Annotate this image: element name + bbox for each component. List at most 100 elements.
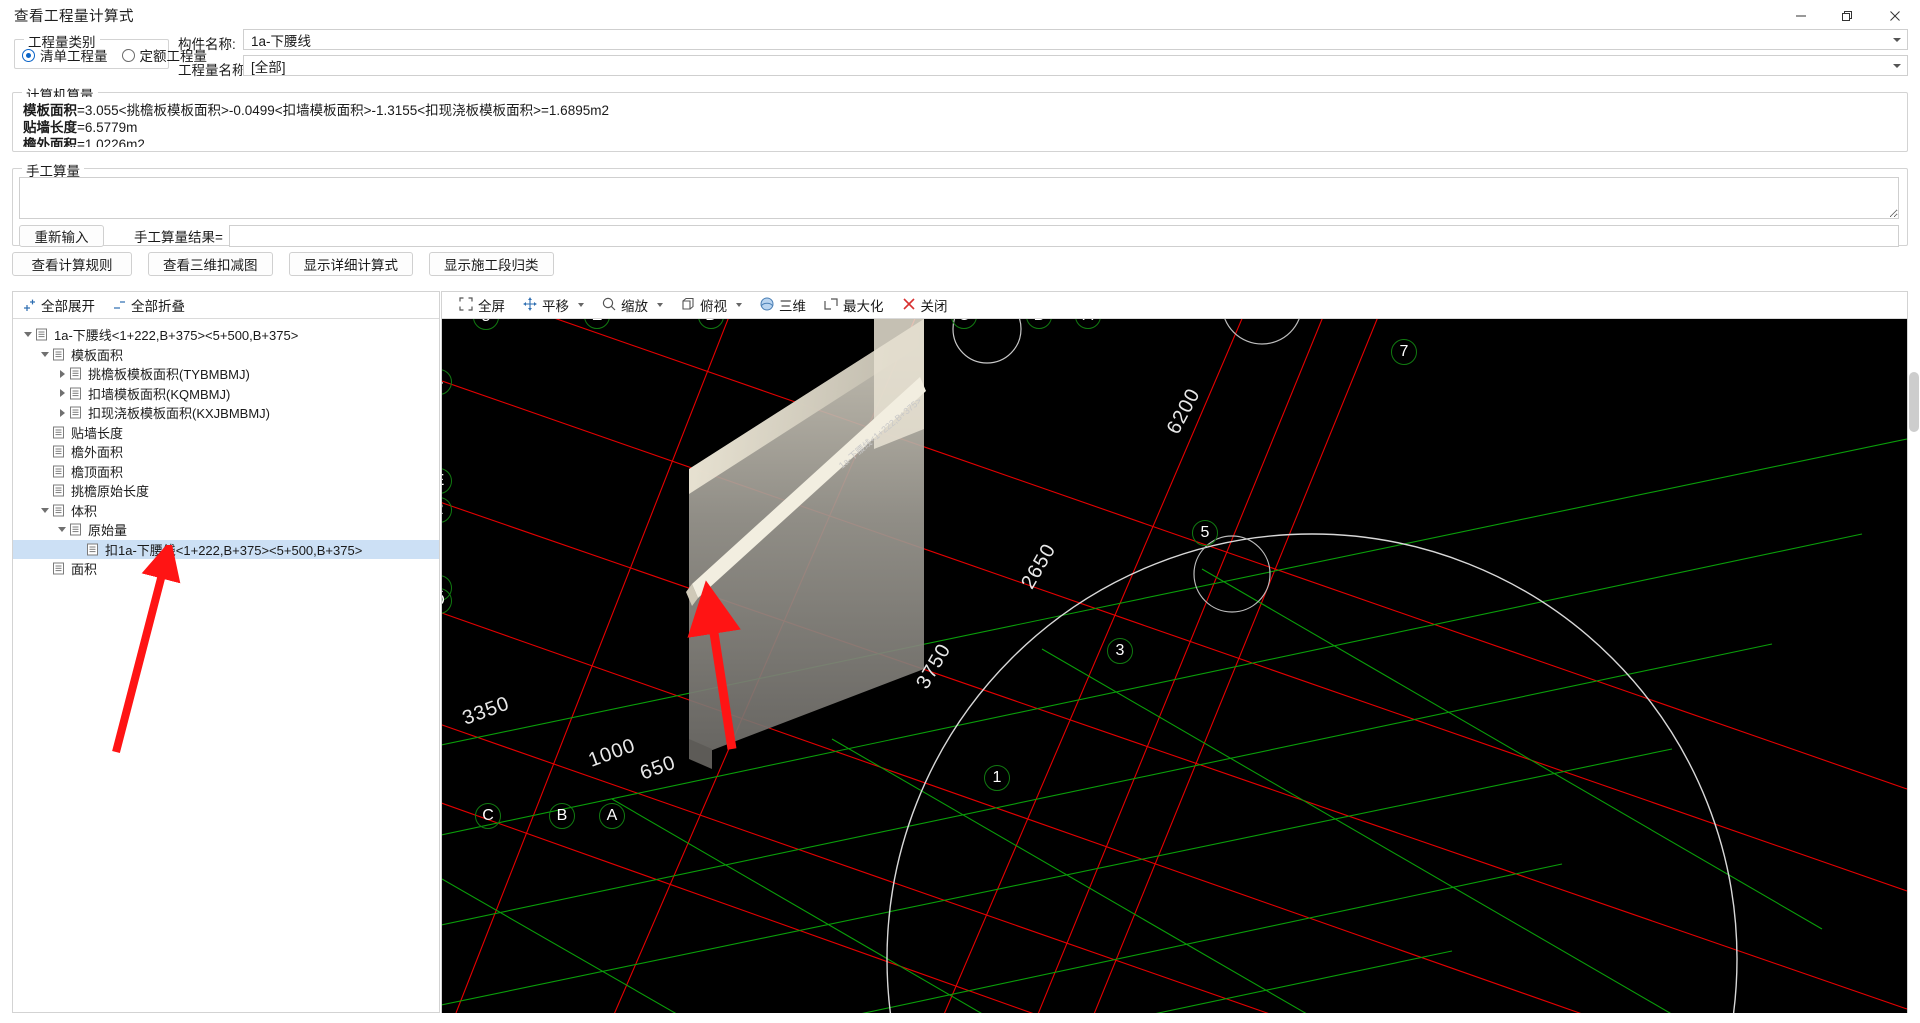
calc-line-name: 檐外面积: [23, 137, 77, 147]
viewer-tool-topview[interactable]: 俯视: [672, 294, 751, 316]
title-bar: 查看工程量计算式: [0, 0, 1920, 31]
chevron-right-icon[interactable]: [55, 389, 69, 398]
component-name-combo[interactable]: 1a-下腰线: [243, 29, 1908, 50]
3d-icon: [760, 297, 774, 314]
chevron-down-icon[interactable]: [38, 507, 52, 513]
tree-row[interactable]: 面积: [13, 559, 439, 579]
viewer-tool-fullscreen[interactable]: 全屏: [450, 294, 514, 316]
tree-row[interactable]: 模板面积: [13, 345, 439, 365]
show-detailed-formula-button[interactable]: 显示详细计算式: [288, 252, 413, 276]
tree-row-label: 面积: [71, 562, 98, 578]
chevron-down-icon[interactable]: [657, 303, 663, 307]
chevron-right-icon[interactable]: [55, 369, 69, 378]
calc-line-name: 贴墙长度: [23, 120, 77, 135]
tree-row[interactable]: 1a-下腰线<1+222,B+375><5+500,B+375>: [13, 325, 439, 345]
viewer-canvas[interactable]: 1a-下腰线<1+222,B+375> 5EDCBA74E21D531CBA 6…: [442, 319, 1907, 1013]
calc-line-expr: =1.0226m2: [77, 137, 145, 147]
view-3d-deduction-button[interactable]: 查看三维扣减图: [148, 252, 273, 276]
radio-dot-icon: [22, 48, 35, 62]
tree-row[interactable]: 扣现浇板模板面积(KXJBMBMJ): [13, 403, 439, 423]
tree-row[interactable]: 原始量: [13, 520, 439, 540]
chevron-down-icon[interactable]: [578, 303, 584, 307]
tree-row-label: 模板面积: [71, 347, 124, 363]
viewer-scrollbar-thumb[interactable]: [1909, 372, 1919, 432]
calc-line-name: 模板面积: [23, 103, 77, 118]
chevron-right-icon[interactable]: [55, 408, 69, 417]
topview-icon: [681, 297, 695, 314]
tree-row-label: 檐顶面积: [71, 464, 124, 480]
collapse-all-button[interactable]: 全部折叠: [113, 295, 185, 315]
calc-line-expr: =3.055<挑檐板模板面积>-0.0499<扣墙模板面积>-1.3155<扣现…: [77, 103, 609, 118]
tree-row[interactable]: 体积: [13, 501, 439, 521]
document-icon: [52, 465, 66, 478]
bottom-split-area: 全部展开 全部折叠 1a-下腰线<1+222,B+375><5+500,B+37…: [12, 291, 1919, 1013]
document-icon: [52, 504, 66, 517]
chevron-down-icon[interactable]: [21, 332, 35, 338]
window-title: 查看工程量计算式: [14, 9, 134, 25]
computer-calc-content: 模板面积=3.055<挑檐板模板面积>-0.0499<扣墙模板面积>-1.315…: [17, 97, 1903, 147]
viewer-tool-maximize[interactable]: 最大化: [815, 294, 893, 316]
document-icon: [52, 348, 66, 361]
reinput-button[interactable]: 重新输入: [19, 225, 104, 247]
manual-result-label: 手工算量结果=: [134, 230, 223, 245]
tree-row-label: 檐外面积: [71, 445, 124, 461]
viewer-tool-close[interactable]: 关闭: [893, 294, 957, 316]
document-icon: [86, 543, 100, 556]
dimension-label: 3350: [459, 692, 513, 730]
tree-row[interactable]: 檐外面积: [13, 442, 439, 462]
calc-line: 模板面积=3.055<挑檐板模板面积>-0.0499<扣墙模板面积>-1.315…: [23, 102, 1897, 119]
tree-row-label: 扣墙模板面积(KQMBMJ): [88, 386, 231, 402]
dimension-label: 3750: [912, 639, 956, 693]
show-section-grouping-button[interactable]: 显示施工段归类: [429, 252, 554, 276]
document-icon: [69, 406, 83, 419]
close-button[interactable]: [1870, 0, 1920, 31]
dimension-label: 6200: [1162, 384, 1205, 438]
zoom-icon: [602, 297, 616, 314]
calc-line: 贴墙长度=6.5779m: [23, 119, 1897, 136]
minimize-button[interactable]: [1778, 0, 1824, 31]
tree-row[interactable]: 挑檐原始长度: [13, 481, 439, 501]
tree-row-label: 挑檐原始长度: [71, 484, 150, 500]
viewer-tool-label: 俯视: [700, 299, 727, 314]
quantity-name-label: 工程量名称:: [178, 63, 250, 78]
collapse-all-icon: [114, 300, 125, 309]
calc-line: 檐外面积=1.0226m2: [23, 136, 1897, 147]
viewer-tool-label: 缩放: [621, 299, 648, 314]
viewer-toolbar: 全屏 平移 缩放 俯视 三维 最大化 关闭: [442, 292, 1907, 319]
action-button-bar: 查看计算规则 查看三维扣减图 显示详细计算式 显示施工段归类: [12, 252, 554, 276]
chevron-down-icon[interactable]: [736, 303, 742, 307]
tree-row[interactable]: 檐顶面积: [13, 462, 439, 482]
radio-list-quantity-label: 清单工程量: [40, 49, 108, 64]
viewer-tool-zoom[interactable]: 缩放: [593, 294, 672, 316]
tree-row[interactable]: 挑檐板模板面积(TYBMBMJ): [13, 364, 439, 384]
tree-row[interactable]: 扣1a-下腰线<1+222,B+375><5+500,B+375>: [13, 539, 439, 559]
viewer-panel: 全屏 平移 缩放 俯视 三维 最大化 关闭 1a-下腰线<1+222,B+375…: [441, 291, 1919, 1013]
tree-row[interactable]: 扣墙模板面积(KQMBMJ): [13, 384, 439, 404]
tree-row-label: 原始量: [88, 523, 128, 539]
component-name-label: 构件名称:: [178, 37, 236, 52]
manual-calc-textarea[interactable]: [19, 177, 1899, 219]
formula-tree[interactable]: 1a-下腰线<1+222,B+375><5+500,B+375> 模板面积挑檐板模…: [13, 320, 439, 1012]
dimension-label: 650: [637, 751, 679, 785]
document-icon: [69, 523, 83, 536]
manual-result-input[interactable]: [228, 225, 1899, 247]
quantity-name-combo[interactable]: [全部]: [243, 55, 1908, 76]
restore-button[interactable]: [1824, 0, 1870, 31]
viewer-tool-label: 全屏: [478, 299, 505, 314]
calc-line-expr: =6.5779m: [77, 120, 138, 135]
chevron-down-icon[interactable]: [55, 527, 69, 533]
chevron-down-icon[interactable]: [38, 351, 52, 357]
viewer-tool-3d[interactable]: 三维: [751, 294, 815, 316]
component-name-value: 1a-下腰线: [251, 33, 312, 49]
view-calc-rules-button[interactable]: 查看计算规则: [12, 252, 132, 276]
radio-dot-icon: [121, 48, 135, 62]
tree-row-label: 挑檐板模板面积(TYBMBMJ): [88, 367, 250, 383]
radio-list-quantity[interactable]: 清单工程量: [22, 45, 108, 65]
expand-all-button[interactable]: 全部展开: [23, 295, 95, 315]
tree-row-label: 扣1a-下腰线<1+222,B+375><5+500,B+375>: [105, 542, 363, 558]
tree-row[interactable]: 贴墙长度: [13, 423, 439, 443]
chevron-down-icon: [1893, 63, 1901, 68]
maximize-icon: [824, 297, 838, 314]
viewer-tool-pan[interactable]: 平移: [514, 294, 593, 316]
dimension-label: 1000: [585, 734, 639, 772]
